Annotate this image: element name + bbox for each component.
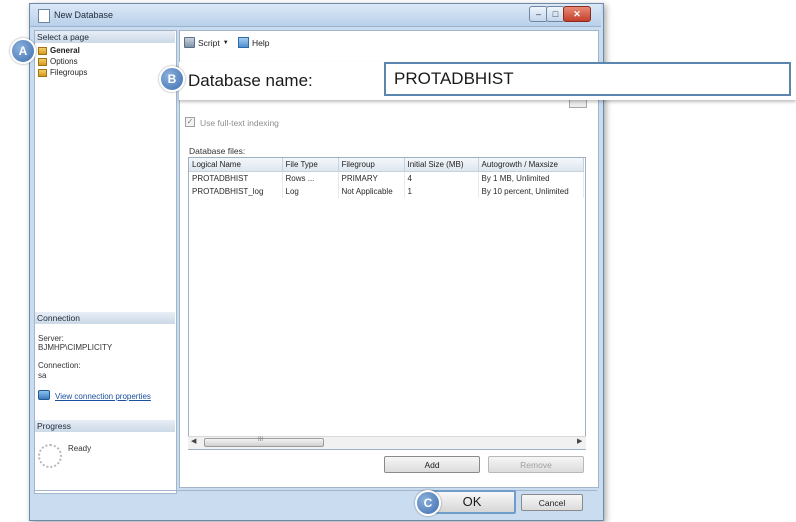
table-cell[interactable]: Log — [282, 185, 339, 198]
table-cell[interactable]: PRIMARY — [338, 171, 405, 185]
close-button[interactable]: ✕ — [563, 6, 591, 22]
table-cell[interactable]: 4 — [404, 171, 479, 185]
database-files-grid[interactable]: Logical Name File Type Filegroup Initial… — [188, 157, 586, 450]
scroll-left-icon[interactable]: ◀ — [191, 437, 196, 445]
help-button[interactable]: Help — [238, 37, 269, 48]
nav-item-label: Filegroups — [50, 68, 88, 77]
maximize-icon: □ — [552, 9, 559, 19]
server-label: Server: — [38, 334, 64, 343]
window-title: New Database — [54, 10, 114, 20]
fulltext-label: Use full-text indexing — [200, 118, 279, 128]
close-icon: ✕ — [573, 9, 581, 19]
column-header[interactable]: File Type — [282, 158, 339, 172]
page-icon — [38, 69, 47, 77]
connection-value: sa — [38, 371, 47, 380]
remove-button[interactable]: Remove — [488, 456, 584, 473]
table-cell[interactable]: By 1 MB, Unlimited — [478, 171, 584, 185]
help-label: Help — [252, 37, 270, 48]
server-value: BJMHP\CIMPLICITY — [38, 343, 113, 352]
grid-header-row: Logical Name File Type Filegroup Initial… — [189, 158, 584, 172]
progress-spinner-icon — [38, 444, 62, 468]
nav-item-options[interactable]: Options — [38, 57, 78, 67]
scroll-thumb[interactable] — [204, 438, 324, 447]
progress-header: Progress — [35, 420, 175, 432]
callout-badge-b: B — [159, 66, 185, 92]
column-header[interactable]: Logical Name — [189, 158, 283, 172]
table-cell[interactable]: PROTADBHIST — [189, 171, 283, 185]
table-cell[interactable]: PROTADBHIST_log — [189, 185, 283, 198]
ok-button[interactable]: OK — [428, 490, 516, 514]
table-cell[interactable]: Not Applicable — [338, 185, 405, 198]
column-header[interactable]: Initial Size (MB) — [404, 158, 479, 172]
view-connection-properties-link[interactable]: View connection properties — [55, 392, 151, 401]
add-button[interactable]: Add — [384, 456, 480, 473]
page-icon — [38, 47, 47, 55]
scroll-right-icon[interactable]: ▶ — [577, 437, 582, 445]
callout-badge-a: A — [10, 38, 36, 64]
script-button[interactable]: Script ▼ — [184, 37, 229, 48]
database-name-input[interactable]: PROTADBHIST — [384, 62, 791, 96]
fulltext-checkbox[interactable]: ✓ — [185, 117, 195, 127]
connection-header: Connection — [35, 312, 175, 324]
database-files-label: Database files: — [189, 146, 246, 156]
table-cell[interactable]: 1 — [404, 185, 479, 198]
page-icon — [38, 58, 47, 66]
help-icon — [238, 37, 249, 48]
table-row[interactable]: PROTADBHIST_log Log Not Applicable 1 By … — [189, 185, 584, 198]
nav-item-filegroups[interactable]: Filegroups — [38, 68, 87, 78]
progress-status: Ready — [68, 444, 92, 453]
minimize-icon: – — [535, 9, 541, 19]
table-cell[interactable]: Rows ... — [282, 171, 339, 185]
title-bar — [30, 4, 601, 27]
nav-item-label: Options — [50, 57, 78, 66]
connection-properties-icon — [38, 390, 50, 402]
script-label: Script — [198, 37, 220, 48]
database-icon — [38, 9, 50, 23]
nav-item-general[interactable]: General — [38, 46, 80, 56]
column-header[interactable]: Autogrowth / Maxsize — [478, 158, 584, 172]
scroll-thumb-grip: III — [258, 437, 264, 443]
script-icon — [184, 37, 195, 48]
cancel-button[interactable]: Cancel — [521, 494, 583, 511]
database-name-label: Database name: — [188, 71, 313, 90]
column-header[interactable]: Filegroup — [338, 158, 405, 172]
table-cell[interactable]: By 10 percent, Unlimited — [478, 185, 584, 198]
dropdown-arrow-icon: ▼ — [222, 39, 229, 46]
table-row[interactable]: PROTADBHIST Rows ... PRIMARY 4 By 1 MB, … — [189, 171, 584, 185]
connection-label: Connection: — [38, 361, 81, 370]
nav-item-label: General — [50, 46, 80, 55]
select-page-header: Select a page — [35, 31, 175, 43]
callout-badge-c: C — [415, 490, 441, 516]
